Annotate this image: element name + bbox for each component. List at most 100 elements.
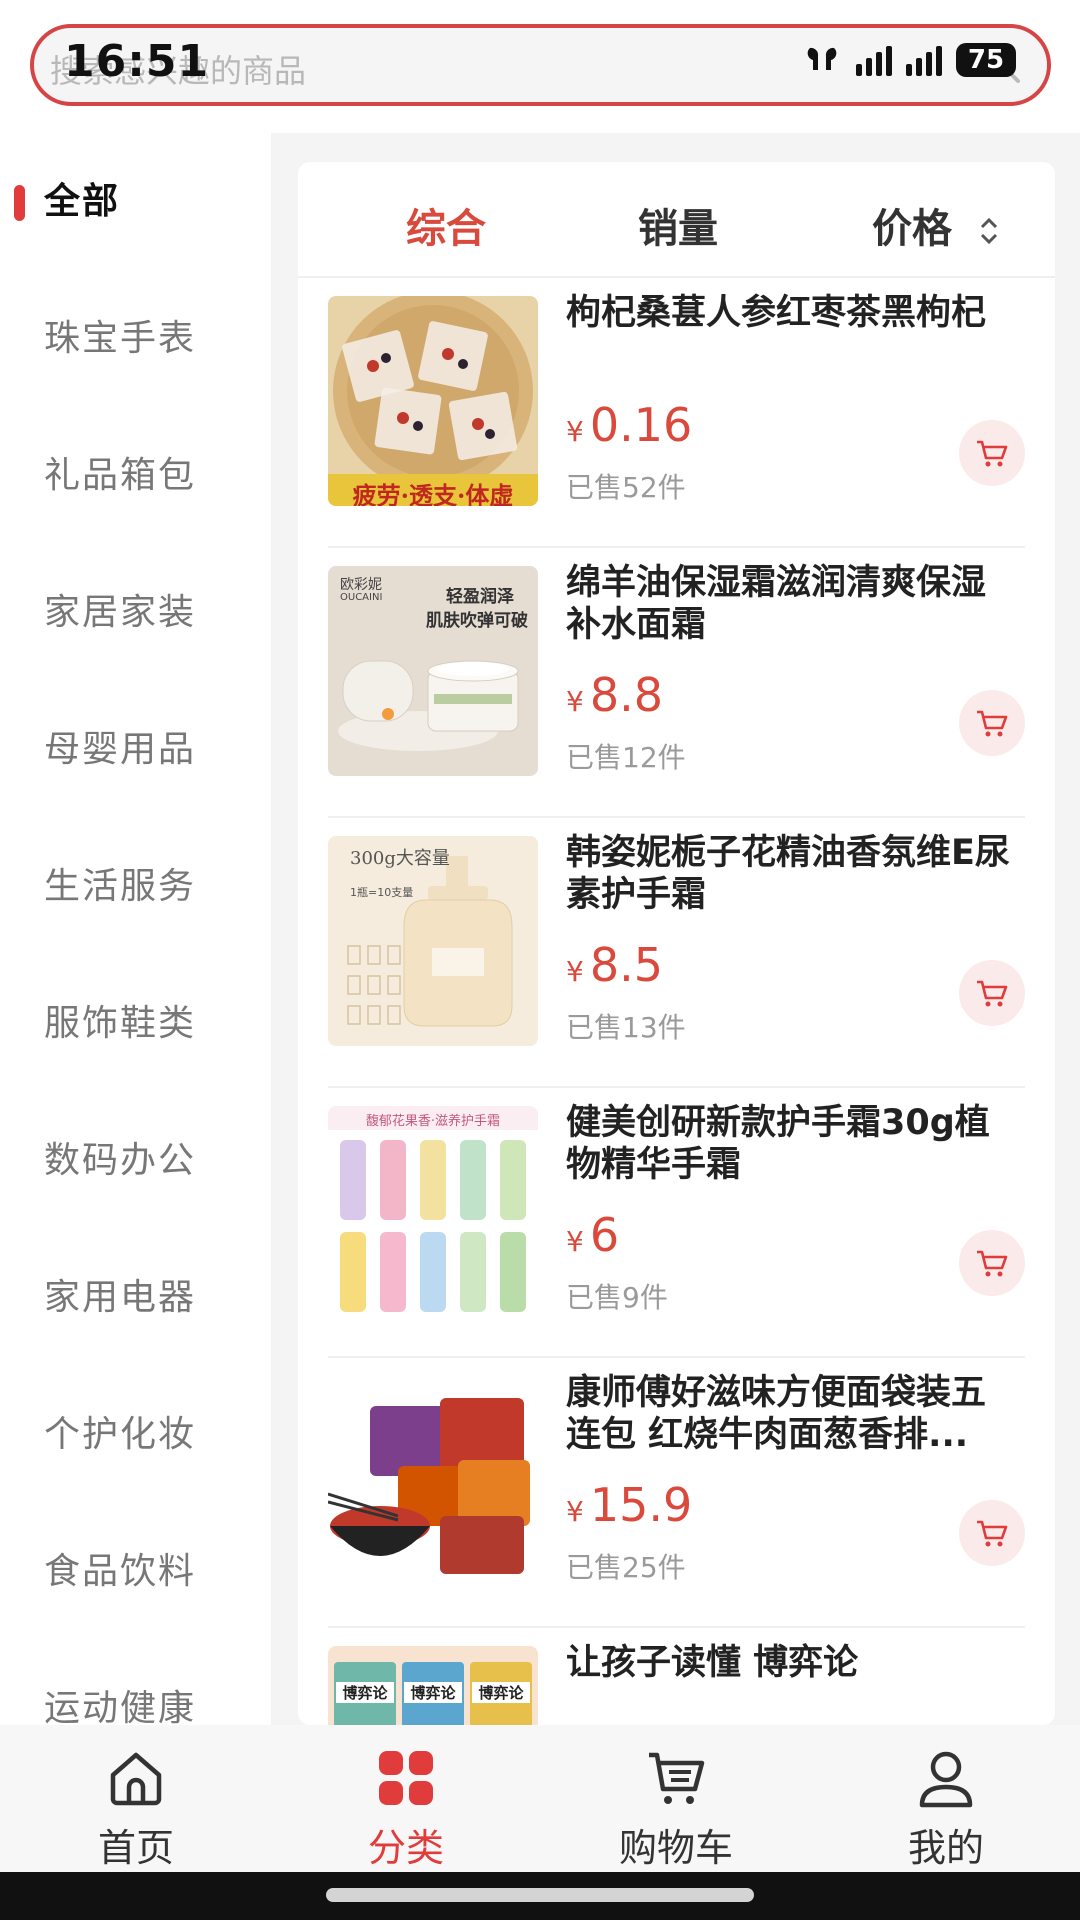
sidebar-item-apparel[interactable]: 服饰鞋类 (0, 955, 271, 1092)
sidebar-item-digital[interactable]: 数码办公 (0, 1092, 271, 1229)
product-price: ¥0.16 (566, 398, 692, 452)
sidebar-item-label: 个护化妆 (44, 1414, 197, 1455)
product-title[interactable]: 绵羊油保湿霜滋润清爽保湿补水面霜 (566, 562, 1016, 646)
product-panel: 综合 销量 价格 疲劳·透支·体虚 枸杞桑葚人参红枣茶黑枸杞 ¥ 0.16 已售… (298, 162, 1055, 1725)
product-card[interactable]: 博弈论 博弈论 博弈论 让孩子读懂 博弈论 (328, 1628, 1025, 1725)
signal-icon-2 (906, 44, 942, 76)
tab-profile[interactable]: 我的 (856, 1747, 1036, 1872)
status-time: 16:51 (64, 36, 210, 87)
price-value: 15.9 (589, 1478, 693, 1532)
product-card[interactable]: 康师傅好滋味方便面袋装五连包 红烧牛肉面葱香排... ¥15.9 已售25件 (328, 1358, 1025, 1628)
sidebar-item-cosmetics[interactable]: 个护化妆 (0, 1366, 271, 1503)
cart-icon (977, 1520, 1008, 1547)
sidebar-item-baby[interactable]: 母婴用品 (0, 681, 271, 818)
sidebar-item-appliances[interactable]: 家用电器 (0, 1229, 271, 1366)
product-image-game-theory-books[interactable]: 博弈论 博弈论 博弈论 (328, 1646, 538, 1725)
product-title[interactable]: 枸杞桑葚人参红枣茶黑枸杞 (566, 292, 1016, 334)
product-image-face-cream[interactable]: 欧彩妮 OUCAINI 轻盈润泽 肌肤吹弹可破 (328, 566, 538, 776)
currency-symbol: ¥ (566, 685, 584, 718)
category-icon (379, 1751, 433, 1805)
sort-tab-price-label: 价格 (872, 206, 952, 252)
book-title: 博弈论 (404, 1682, 462, 1703)
sidebar-item-home[interactable]: 家居家装 (0, 544, 271, 681)
sort-tab-price[interactable]: 价格 (872, 196, 1000, 254)
product-price: ¥15.9 (566, 1478, 692, 1532)
product-image-hand-cream-set[interactable]: 馥郁花果香·滋养护手霜 (328, 1106, 538, 1316)
sort-tab-overall[interactable]: 综合 (406, 196, 486, 254)
product-title[interactable]: 康师傅好滋味方便面袋装五连包 红烧牛肉面葱香排... (566, 1372, 1016, 1456)
sidebar-item-gifts[interactable]: 礼品箱包 (0, 407, 271, 544)
currency-symbol: ¥ (566, 1225, 584, 1258)
add-to-cart-button[interactable] (959, 960, 1025, 1026)
product-price: ¥8.5 (566, 938, 663, 992)
product-card[interactable]: 300g大容量 1瓶=10支量 韩姿妮栀子花精油香氛维E尿素护手霜 ¥8.5 已… (328, 818, 1025, 1088)
currency-symbol: ¥ (566, 415, 584, 448)
product-title[interactable]: 让孩子读懂 博弈论 (566, 1642, 1016, 1684)
sort-bar: 综合 销量 价格 (298, 162, 1055, 278)
product-image-instant-noodles[interactable] (328, 1376, 538, 1586)
product-card[interactable]: 欧彩妮 OUCAINI 轻盈润泽 肌肤吹弹可破 绵羊油保湿霜滋润清爽保湿补水面霜… (328, 548, 1025, 818)
currency-symbol: ¥ (566, 955, 584, 988)
sidebar-item-label: 礼品箱包 (44, 455, 197, 496)
cart-icon (977, 440, 1008, 467)
user-icon (919, 1751, 973, 1808)
book-title: 博弈论 (472, 1682, 530, 1703)
tab-category[interactable]: 分类 (316, 1747, 496, 1872)
signal-icon (856, 44, 892, 76)
cart-icon (649, 1752, 705, 1804)
sidebar-item-label: 服饰鞋类 (44, 1003, 197, 1044)
sidebar-item-label: 食品饮料 (44, 1551, 197, 1592)
product-price: ¥6 (566, 1208, 619, 1262)
sold-count: 已售25件 (566, 1551, 686, 1584)
product-price: ¥8.8 (566, 668, 663, 722)
book-title: 博弈论 (336, 1682, 394, 1703)
tab-label: 我的 (907, 1826, 984, 1870)
add-to-cart-button[interactable] (959, 420, 1025, 486)
sold-count: 已售12件 (566, 741, 686, 774)
product-image-goji-tea[interactable]: 疲劳·透支·体虚 (328, 296, 538, 506)
add-to-cart-button[interactable] (959, 690, 1025, 756)
add-to-cart-button[interactable] (959, 1500, 1025, 1566)
sidebar-item-label: 全部 (44, 181, 121, 222)
cart-icon (977, 980, 1008, 1007)
price-value: 8.5 (589, 938, 663, 992)
price-value: 8.8 (589, 668, 663, 722)
tab-label: 首页 (97, 1826, 174, 1870)
sidebar-item-all[interactable]: 全部 (0, 133, 271, 270)
sidebar-item-services[interactable]: 生活服务 (0, 818, 271, 955)
home-icon (110, 1752, 162, 1806)
sold-count: 已售13件 (566, 1011, 686, 1044)
add-to-cart-button[interactable] (959, 1230, 1025, 1296)
sort-arrows-icon (980, 217, 997, 245)
product-card[interactable]: 馥郁花果香·滋养护手霜 健美创研新款护手霜30g植物精华手霜 ¥6 已售9件 (328, 1088, 1025, 1358)
product-card[interactable]: 疲劳·透支·体虚 枸杞桑葚人参红枣茶黑枸杞 ¥0.16 已售52件 (328, 278, 1025, 548)
status-icons: 75 (802, 42, 1016, 78)
tab-cart[interactable]: 购物车 (586, 1747, 766, 1872)
home-indicator[interactable] (326, 1888, 754, 1902)
sold-count: 已售52件 (566, 471, 686, 504)
sidebar-item-food[interactable]: 食品饮料 (0, 1503, 271, 1640)
tab-label: 购物车 (618, 1826, 733, 1870)
product-image-caption: 300g大容量 (350, 848, 450, 869)
currency-symbol: ¥ (566, 1495, 584, 1528)
tab-home[interactable]: 首页 (46, 1747, 226, 1872)
sidebar-item-label: 珠宝手表 (44, 318, 197, 359)
category-sidebar: 全部 珠宝手表 礼品箱包 家居家装 母婴用品 生活服务 服饰鞋类 数码办公 家用… (0, 133, 271, 1725)
product-image-caption: 馥郁花果香·滋养护手霜 (365, 1114, 501, 1129)
product-image-caption: 疲劳·透支·体虚 (352, 481, 514, 506)
product-title[interactable]: 韩姿妮栀子花精油香氛维E尿素护手霜 (566, 832, 1016, 916)
tab-label: 分类 (367, 1826, 444, 1870)
product-image-brand: 欧彩妮 (340, 577, 382, 593)
product-image-tagline: 轻盈润泽 (446, 587, 514, 607)
sort-tab-sales[interactable]: 销量 (638, 196, 718, 254)
price-value: 6 (589, 1208, 620, 1262)
product-title[interactable]: 健美创研新款护手霜30g植物精华手霜 (566, 1102, 1016, 1186)
active-marker (14, 185, 25, 221)
top-bar: 搜索感兴趣的商品 16:51 75 (0, 0, 1080, 133)
sidebar-item-label: 家用电器 (44, 1277, 197, 1318)
sidebar-item-label: 母婴用品 (44, 729, 197, 770)
sidebar-item-jewelry[interactable]: 珠宝手表 (0, 270, 271, 407)
sidebar-item-sports[interactable]: 运动健康 (0, 1640, 271, 1725)
sold-count: 已售9件 (566, 1281, 668, 1314)
product-image-hand-cream[interactable]: 300g大容量 1瓶=10支量 (328, 836, 538, 1046)
